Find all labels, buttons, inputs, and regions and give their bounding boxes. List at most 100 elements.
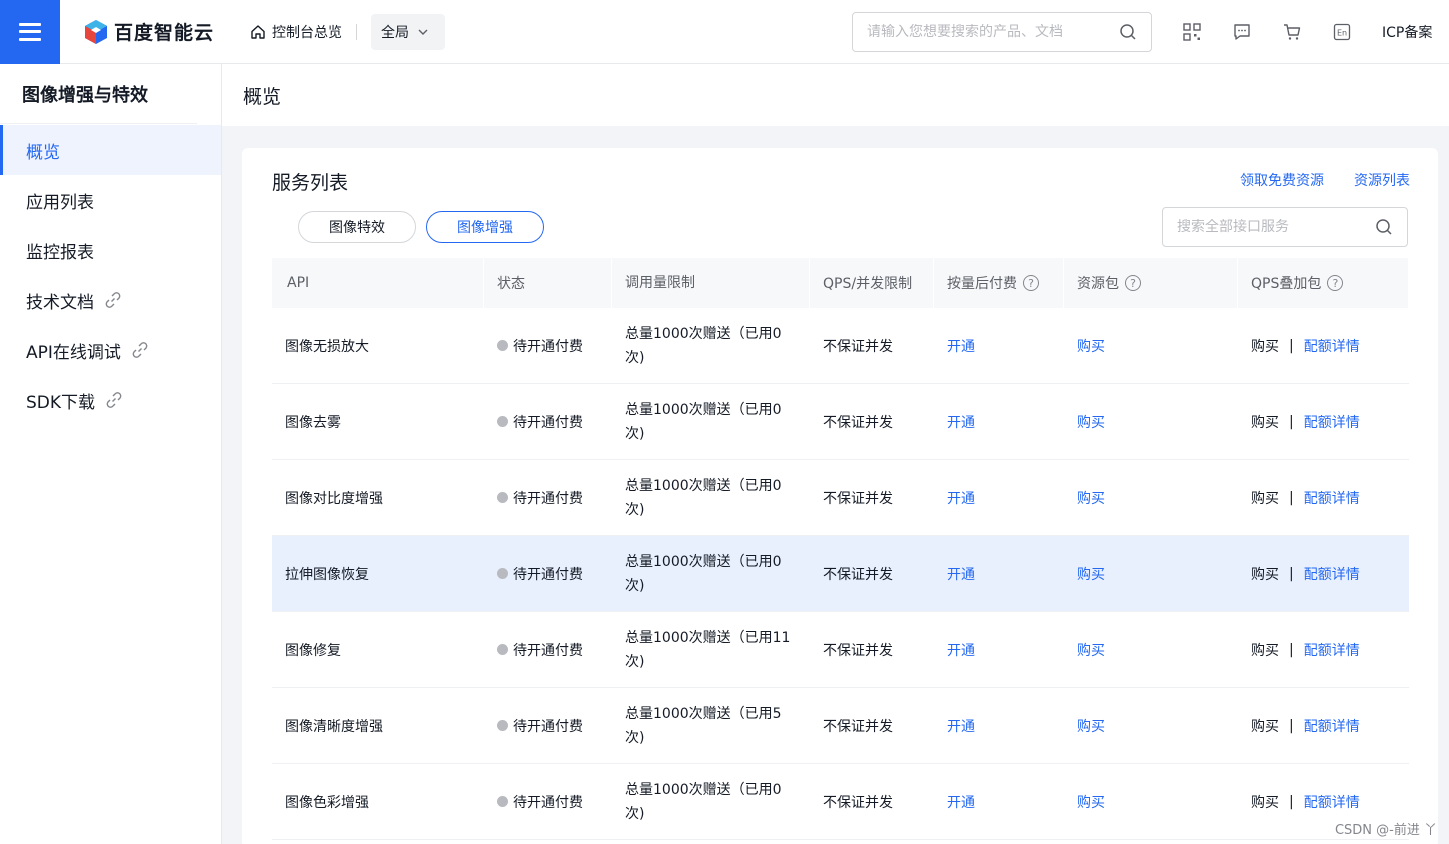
icp-filing-link[interactable]: ICP备案 — [1382, 22, 1432, 42]
status-text: 待开通付费 — [513, 794, 583, 811]
qps-limit: 不保证并发 — [823, 642, 893, 659]
api-search[interactable] — [1162, 207, 1408, 247]
quota-detail-link[interactable]: 配额详情 — [1304, 488, 1360, 508]
call-limit: 总量1000次赠送（已用0次) — [625, 401, 782, 442]
qps-buy-link[interactable]: 购买 — [1251, 412, 1279, 432]
status-dot-icon — [497, 492, 508, 503]
api-search-input[interactable] — [1177, 219, 1375, 235]
table-row: 图像修复 待开通付费 总量1000次赠送（已用11次) 不保证并发 开通 购买 … — [272, 612, 1409, 688]
region-select[interactable]: 全局 — [371, 13, 446, 50]
resource-pack-cell: 购买 — [1064, 384, 1238, 459]
sidebar-item-monitor-report[interactable]: 监控报表 — [0, 225, 221, 275]
quota-detail-link[interactable]: 配额详情 — [1304, 412, 1360, 432]
qps-pack-cell: 购买 | 配额详情 — [1238, 384, 1409, 459]
sidebar-item-sdk-download[interactable]: SDK下载 — [0, 375, 221, 425]
qps-buy-link[interactable]: 购买 — [1251, 564, 1279, 584]
help-icon[interactable]: ? — [1023, 275, 1039, 291]
buy-link[interactable]: 购买 — [1077, 412, 1105, 432]
buy-link[interactable]: 购买 — [1077, 716, 1105, 736]
cart-icon[interactable] — [1280, 20, 1304, 44]
status-cell: 待开通付费 — [484, 536, 612, 611]
header-qps-limit: QPS/并发限制 — [810, 258, 934, 308]
help-icon[interactable]: ? — [1125, 275, 1141, 291]
postpaid-cell: 开通 — [934, 688, 1064, 763]
qps-buy-link[interactable]: 购买 — [1251, 716, 1279, 736]
sidebar-item-api-debug[interactable]: API在线调试 — [0, 325, 221, 375]
tab-image-effects[interactable]: 图像特效 — [298, 211, 416, 243]
table-header: API 状态 调用量限制 QPS/并发限制 按量后付费? 资源包? QPS叠加包… — [272, 258, 1409, 308]
postpaid-cell: 开通 — [934, 612, 1064, 687]
qps-buy-link[interactable]: 购买 — [1251, 792, 1279, 812]
language-en-icon[interactable]: En — [1330, 20, 1354, 44]
buy-link[interactable]: 购买 — [1077, 564, 1105, 584]
quota-detail-link[interactable]: 配额详情 — [1304, 792, 1360, 812]
buy-link[interactable]: 购买 — [1077, 792, 1105, 812]
nav-divider — [356, 23, 358, 40]
quota-detail-link[interactable]: 配额详情 — [1304, 716, 1360, 736]
message-icon[interactable] — [1230, 20, 1254, 44]
qps-buy-link[interactable]: 购买 — [1251, 336, 1279, 356]
status-dot-icon — [497, 416, 508, 427]
menu-button[interactable] — [0, 0, 60, 64]
buy-link[interactable]: 购买 — [1077, 336, 1105, 356]
qrcode-icon[interactable] — [1180, 20, 1204, 44]
baidu-cloud-logo-icon — [85, 19, 107, 44]
search-icon[interactable] — [1375, 218, 1393, 236]
status-cell: 待开通付费 — [484, 612, 612, 687]
sidebar-item-overview[interactable]: 概览 — [0, 125, 221, 175]
header-qps-pack-label: QPS叠加包 — [1251, 276, 1322, 292]
table-row: 图像清晰度增强 待开通付费 总量1000次赠送（已用5次) 不保证并发 开通 购… — [272, 688, 1409, 764]
quota-detail-link[interactable]: 配额详情 — [1304, 564, 1360, 584]
resource-pack-cell: 购买 — [1064, 308, 1238, 383]
header-status: 状态 — [484, 258, 612, 308]
qps-pack-cell: 购买 | 配额详情 — [1238, 460, 1409, 535]
call-limit: 总量1000次赠送（已用5次) — [625, 705, 782, 746]
qps-buy-link[interactable]: 购买 — [1251, 488, 1279, 508]
brand-logo[interactable]: 百度智能云 — [84, 18, 214, 45]
top-icon-group: En — [1180, 20, 1380, 44]
open-link[interactable]: 开通 — [947, 716, 975, 736]
watermark: CSDN @-前进 丫 — [1334, 823, 1437, 838]
global-search-input[interactable] — [867, 24, 1119, 40]
call-limit: 总量1000次赠送（已用0次) — [625, 781, 782, 822]
sidebar-item-app-list[interactable]: 应用列表 — [0, 175, 221, 225]
divider: | — [1289, 413, 1294, 430]
buy-link[interactable]: 购买 — [1077, 488, 1105, 508]
status-cell: 待开通付费 — [484, 308, 612, 383]
chevron-down-icon — [418, 29, 428, 35]
sidebar-item-label: 技术文档 — [26, 292, 94, 313]
page-header: 概览 — [222, 64, 1449, 126]
top-bar: 百度智能云 控制台总览 全局 En ICP备案 — [0, 0, 1449, 64]
sidebar-item-tech-docs[interactable]: 技术文档 — [0, 275, 221, 325]
buy-link[interactable]: 购买 — [1077, 640, 1105, 660]
header-resource-pack: 资源包? — [1064, 258, 1238, 308]
tab-image-enhance[interactable]: 图像增强 — [426, 211, 544, 243]
qps-buy-link[interactable]: 购买 — [1251, 640, 1279, 660]
call-limit: 总量1000次赠送（已用11次) — [625, 629, 791, 670]
qps-limit: 不保证并发 — [823, 718, 893, 735]
header-qps-pack: QPS叠加包? — [1238, 258, 1409, 308]
open-link[interactable]: 开通 — [947, 564, 975, 584]
region-label: 全局 — [381, 24, 410, 41]
free-resources-link[interactable]: 领取免费资源 — [1240, 170, 1324, 190]
open-link[interactable]: 开通 — [947, 336, 975, 356]
help-icon[interactable]: ? — [1327, 275, 1344, 291]
page-title: 概览 — [243, 85, 282, 108]
resource-list-link[interactable]: 资源列表 — [1354, 170, 1410, 190]
service-list-card: 服务列表 领取免费资源 资源列表 图像特效 图像增强 API 状态 调用量限制 … — [242, 148, 1438, 844]
global-search[interactable] — [852, 12, 1152, 52]
resource-pack-cell: 购买 — [1064, 536, 1238, 611]
quota-detail-link[interactable]: 配额详情 — [1304, 336, 1360, 356]
service-table: API 状态 调用量限制 QPS/并发限制 按量后付费? 资源包? QPS叠加包… — [272, 258, 1409, 840]
status-text: 待开通付费 — [513, 490, 583, 507]
open-link[interactable]: 开通 — [947, 488, 975, 508]
open-link[interactable]: 开通 — [947, 412, 975, 432]
status-dot-icon — [497, 340, 508, 351]
postpaid-cell: 开通 — [934, 764, 1064, 839]
open-link[interactable]: 开通 — [947, 792, 975, 812]
quota-detail-link[interactable]: 配额详情 — [1304, 640, 1360, 660]
open-link[interactable]: 开通 — [947, 640, 975, 660]
qps-pack-cell: 购买 | 配额详情 — [1238, 612, 1409, 687]
console-home-link[interactable]: 控制台总览 — [250, 22, 342, 42]
search-icon[interactable] — [1119, 23, 1137, 41]
